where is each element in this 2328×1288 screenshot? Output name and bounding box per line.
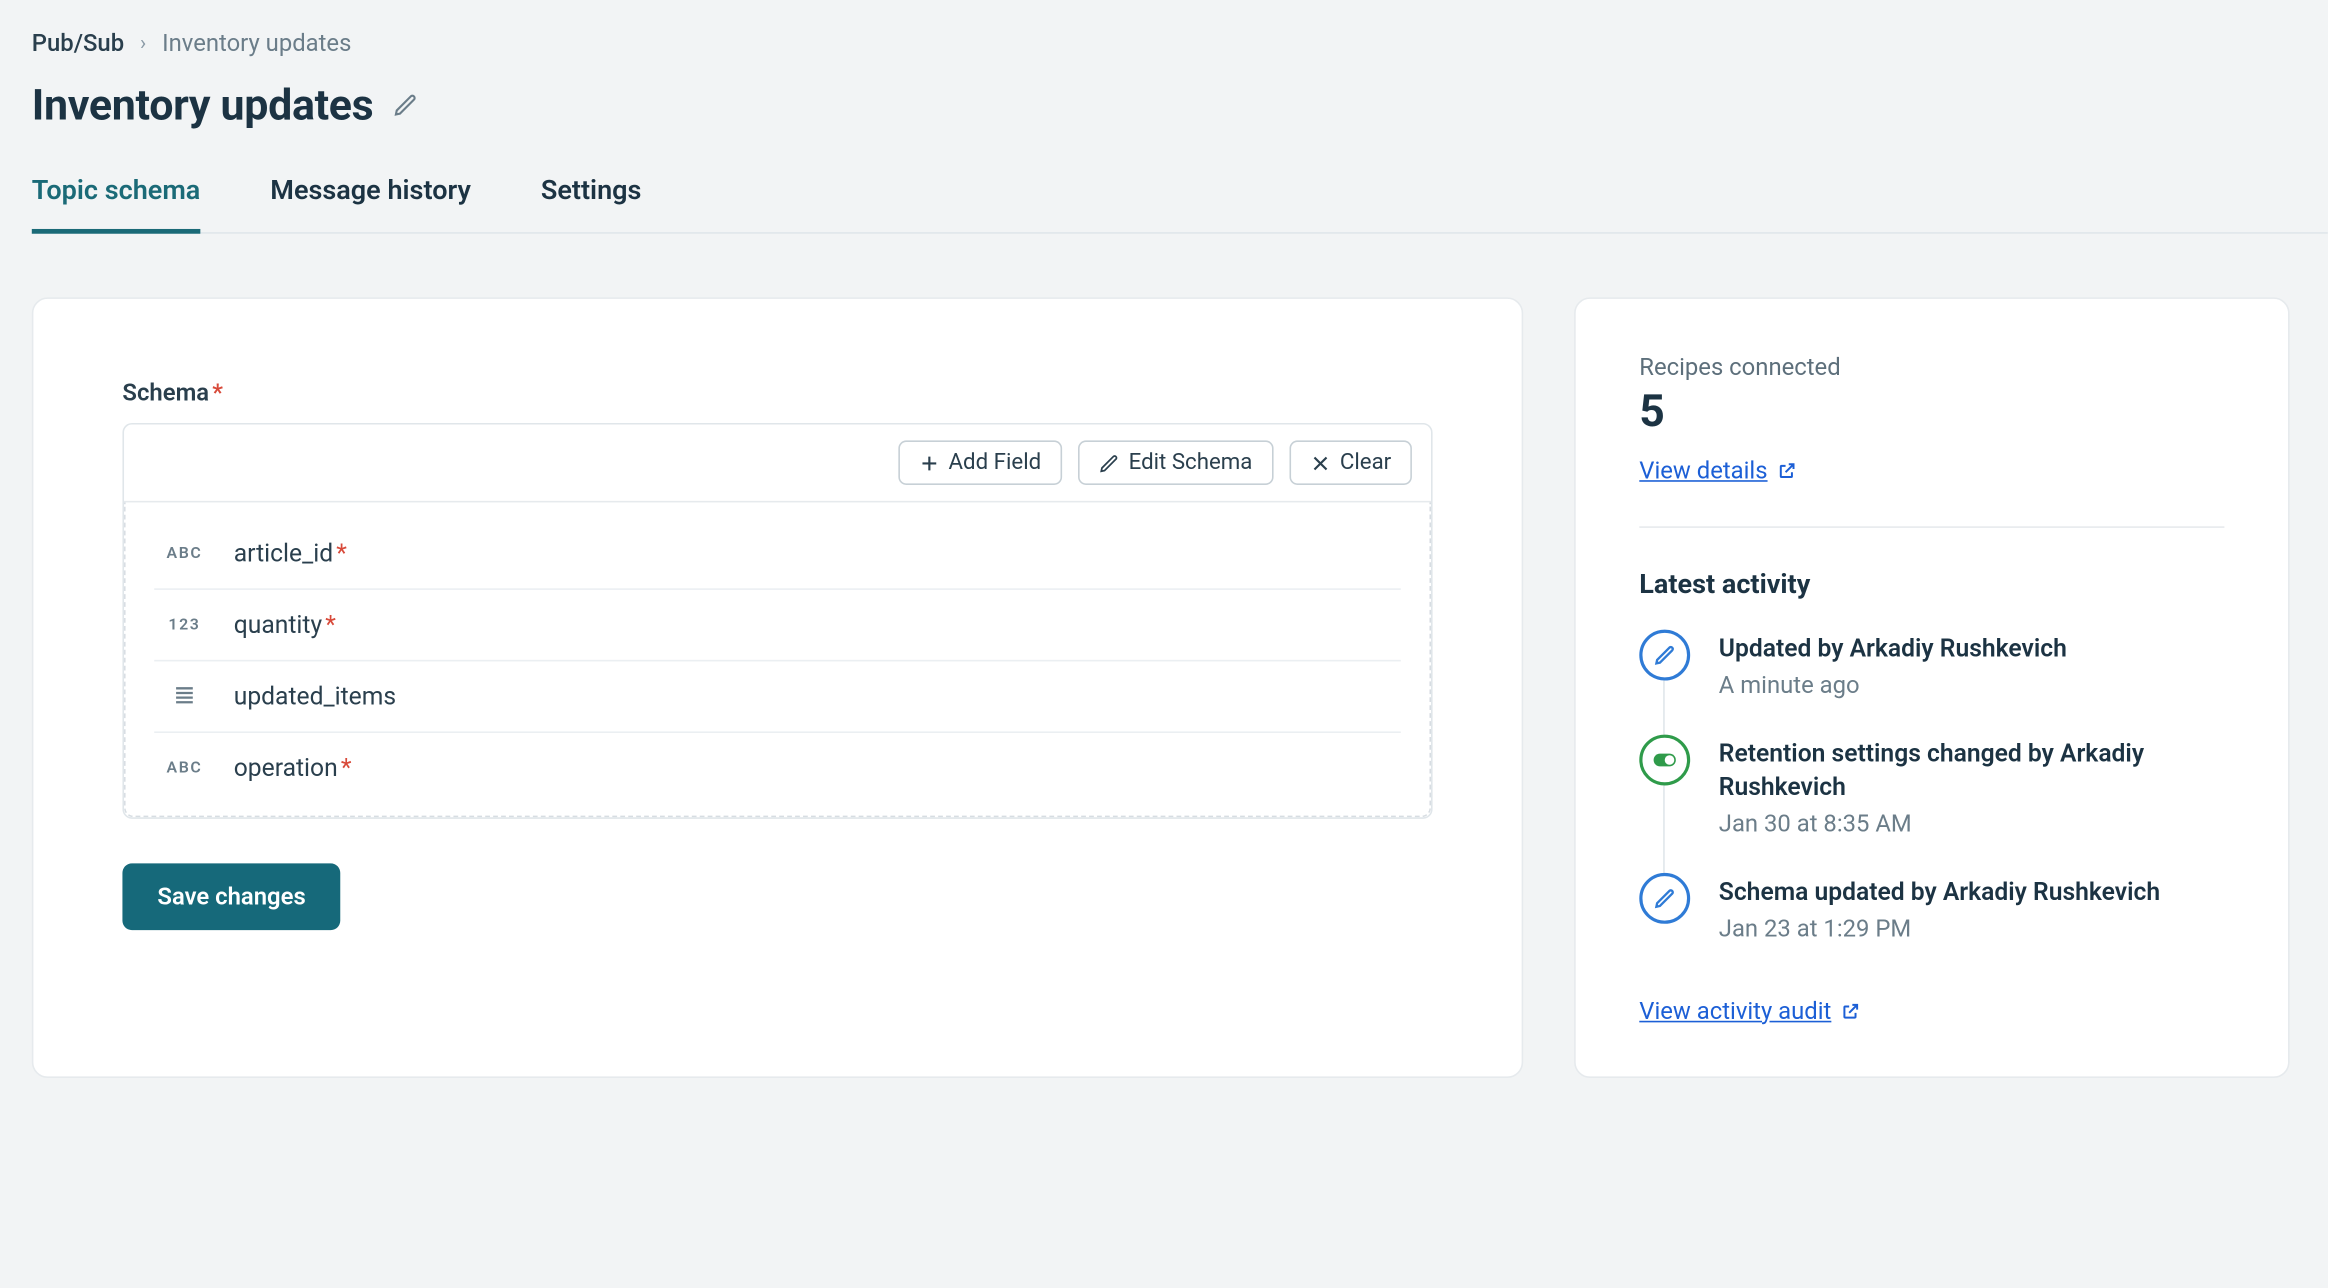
recipes-connected-count: 5 <box>1639 385 2224 437</box>
recipes-connected-label: Recipes connected <box>1639 353 2224 382</box>
clear-button[interactable]: Clear <box>1289 440 1412 485</box>
plus-icon <box>918 452 939 473</box>
schema-box: Add Field Edit Schema Clear ABC article_… <box>122 423 1432 819</box>
latest-activity-heading: Latest activity <box>1639 569 2224 601</box>
edit-title-button[interactable] <box>393 92 418 117</box>
field-name: quantity* <box>234 611 336 640</box>
number-type-icon: 123 <box>161 616 209 633</box>
activity-title: Retention settings changed by Arkadiy Ru… <box>1719 737 2225 806</box>
list-type-icon <box>161 683 209 710</box>
sidebar-card: Recipes connected 5 View details Latest … <box>1574 297 2290 1077</box>
tabs: Topic schema Message history Settings <box>32 175 2328 234</box>
schema-card: Schema* Add Field Edit Schema Clear <box>32 297 1523 1077</box>
divider <box>1639 526 2224 528</box>
close-icon <box>1310 452 1331 473</box>
schema-label: Schema* <box>122 378 1432 407</box>
activity-time: A minute ago <box>1719 670 2067 699</box>
breadcrumb: Pub/Sub › Inventory updates <box>32 29 2328 58</box>
field-name: article_id* <box>234 539 347 568</box>
tab-settings[interactable]: Settings <box>541 175 642 234</box>
schema-field-row[interactable]: ABC article_id* <box>154 518 1401 590</box>
add-field-button[interactable]: Add Field <box>898 440 1062 485</box>
activity-time: Jan 23 at 1:29 PM <box>1719 914 2160 943</box>
view-activity-audit-link[interactable]: View activity audit <box>1639 997 1860 1026</box>
activity-item: Retention settings changed by Arkadiy Ru… <box>1639 734 2224 838</box>
schema-field-row[interactable]: 123 quantity* <box>154 590 1401 662</box>
string-type-icon: ABC <box>161 545 209 562</box>
activity-time: Jan 30 at 8:35 AM <box>1719 809 2225 838</box>
activity-icon <box>1639 734 1690 785</box>
breadcrumb-current: Inventory updates <box>162 29 351 58</box>
schema-field-list: ABC article_id* 123 quantity* updated_it… <box>124 502 1431 817</box>
pencil-icon <box>1654 887 1676 909</box>
pencil-icon <box>1098 452 1119 473</box>
pencil-icon <box>393 92 418 117</box>
activity-item: Schema updated by Arkadiy Rushkevich Jan… <box>1639 873 2224 942</box>
external-link-icon <box>1841 1001 1860 1020</box>
activity-icon <box>1639 630 1690 681</box>
activity-title: Schema updated by Arkadiy Rushkevich <box>1719 876 2160 910</box>
schema-field-row[interactable]: ABC operation* <box>154 733 1401 803</box>
activity-title: Updated by Arkadiy Rushkevich <box>1719 633 2067 667</box>
external-link-icon <box>1777 461 1796 480</box>
edit-schema-button[interactable]: Edit Schema <box>1078 440 1273 485</box>
tab-message-history[interactable]: Message history <box>270 175 471 234</box>
breadcrumb-root[interactable]: Pub/Sub <box>32 29 124 58</box>
tab-topic-schema[interactable]: Topic schema <box>32 175 201 234</box>
string-type-icon: ABC <box>161 759 209 776</box>
field-name: updated_items <box>234 682 396 711</box>
field-name: operation* <box>234 754 352 783</box>
toggle-icon <box>1654 753 1676 766</box>
activity-item: Updated by Arkadiy Rushkevich A minute a… <box>1639 630 2224 699</box>
save-changes-button[interactable]: Save changes <box>122 863 340 930</box>
schema-toolbar: Add Field Edit Schema Clear <box>124 425 1431 503</box>
activity-icon <box>1639 873 1690 924</box>
page-title: Inventory updates <box>32 80 374 131</box>
view-details-link[interactable]: View details <box>1639 456 1796 485</box>
pencil-icon <box>1654 644 1676 666</box>
chevron-right-icon: › <box>140 31 146 55</box>
schema-field-row[interactable]: updated_items <box>154 661 1401 733</box>
